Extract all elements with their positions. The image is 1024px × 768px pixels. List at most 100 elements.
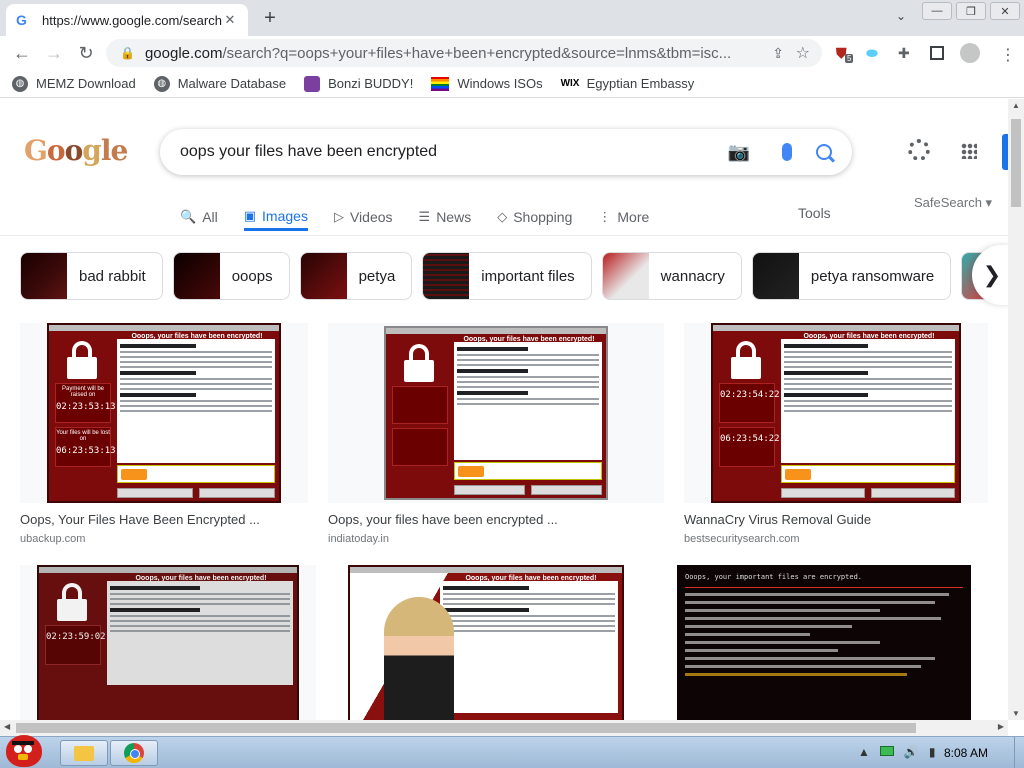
- share-icon[interactable]: ⇪: [772, 45, 784, 62]
- start-button[interactable]: [2, 731, 48, 768]
- bitcoin-address-box: [117, 465, 275, 483]
- tab-shopping[interactable]: ◇ Shopping: [497, 203, 572, 231]
- image-result[interactable]: Ooops, your files have been encrypted! P…: [20, 323, 310, 545]
- back-button[interactable]: ←: [6, 43, 38, 64]
- tab-images[interactable]: ▣ Images: [243, 203, 308, 231]
- tab-label: Shopping: [513, 209, 573, 225]
- ransom-heading: Ooops, your important files are encrypte…: [685, 573, 863, 581]
- timer-digits: 06:23:54:22: [720, 434, 780, 444]
- vertical-scrollbar[interactable]: ▲ ▼: [1008, 99, 1024, 720]
- image-result[interactable]: Ooops, your files have been encrypted! 0…: [20, 565, 316, 720]
- chip-label: important files: [481, 267, 575, 285]
- lock-icon[interactable]: 🔒: [120, 46, 135, 60]
- scroll-up-icon[interactable]: ▲: [1012, 101, 1020, 110]
- payment-timer: 02:23:54:22: [719, 383, 780, 423]
- image-result[interactable]: Ooops, your files have been encrypted! O…: [328, 323, 664, 545]
- ransom-buttons: [117, 488, 275, 498]
- address-bar[interactable]: 🔒 google.com/search?q=oops+your+files+ha…: [106, 39, 822, 67]
- scrollbar-thumb[interactable]: [16, 723, 916, 733]
- new-tab-button[interactable]: +: [258, 6, 282, 30]
- tab-close-icon[interactable]: ✕: [222, 12, 238, 28]
- close-window-button[interactable]: ✕: [990, 2, 1020, 20]
- chip-petya-ransomware[interactable]: petya ransomware: [751, 252, 952, 300]
- chip-bad-rabbit[interactable]: bad rabbit: [20, 252, 163, 300]
- scroll-down-icon[interactable]: ▼: [1012, 709, 1020, 718]
- profile-avatar[interactable]: [960, 43, 980, 63]
- result-title[interactable]: WannaCry Virus Removal Guide: [684, 512, 988, 527]
- show-desktop-button[interactable]: [1014, 737, 1024, 768]
- trans-flag-extension-icon[interactable]: ⬬: [866, 45, 878, 62]
- browser-tab[interactable]: G https://www.google.com/search ✕: [6, 4, 248, 36]
- bookmark-egyptian-embassy[interactable]: WIX Egyptian Embassy: [561, 76, 695, 92]
- search-input[interactable]: oops your files have been encrypted 📷: [160, 129, 852, 175]
- search-icon[interactable]: [816, 144, 832, 160]
- result-image[interactable]: Ooops, your files have been encrypted!: [328, 323, 664, 503]
- extension-badge: 5: [845, 54, 854, 63]
- taskbar-chrome-button[interactable]: [110, 740, 158, 766]
- google-apps-icon[interactable]: [961, 143, 977, 159]
- volume-icon[interactable]: 🔊: [904, 745, 919, 759]
- camera-search-icon[interactable]: 📷: [728, 142, 750, 163]
- show-hidden-icons-icon[interactable]: ▲: [858, 745, 870, 759]
- rainbow-flag-icon: [431, 76, 450, 91]
- extensions-puzzle-icon[interactable]: ✚: [898, 45, 910, 62]
- tab-label: Images: [262, 207, 308, 224]
- ransom-buttons: [454, 485, 602, 495]
- chip-wannacry[interactable]: wannacry: [601, 252, 742, 300]
- taskbar-explorer-button[interactable]: [60, 740, 108, 766]
- bookmarks-bar: ◍ MEMZ Download ◍ Malware Database Bonzi…: [0, 70, 1024, 98]
- bookmark-bonzi-buddy[interactable]: Bonzi BUDDY!: [304, 75, 413, 92]
- chip-ooops[interactable]: ooops: [172, 252, 290, 300]
- tab-news[interactable]: ☰ News: [419, 203, 472, 231]
- battery-icon[interactable]: [879, 746, 894, 756]
- bookmark-memz-download[interactable]: ◍ MEMZ Download: [12, 75, 136, 92]
- chip-petya[interactable]: petya: [299, 252, 413, 300]
- safesearch-dropdown[interactable]: SafeSearch ▾: [914, 195, 992, 211]
- result-title[interactable]: Oops, your files have been encrypted ...: [328, 512, 664, 527]
- wix-icon: WIX: [560, 77, 580, 89]
- microphone-icon[interactable]: [782, 143, 792, 161]
- reload-button[interactable]: ↻: [70, 43, 102, 64]
- scrollbar-thumb[interactable]: [1011, 119, 1021, 207]
- minimize-button[interactable]: —: [922, 2, 952, 20]
- taskbar-clock[interactable]: 8:08 AM: [944, 746, 988, 760]
- bookmark-star-icon[interactable]: ☆: [796, 43, 810, 63]
- bookmark-malware-database[interactable]: ◍ Malware Database: [153, 75, 286, 92]
- tools-button[interactable]: Tools: [798, 205, 831, 221]
- bookmark-windows-isos[interactable]: Windows ISOs: [431, 76, 543, 91]
- network-icon[interactable]: ▮: [929, 745, 936, 759]
- wannacry-screenshot: Ooops, your files have been encrypted! 0…: [711, 323, 961, 503]
- address-path: /search?q=oops+your+files+have+been+encr…: [222, 44, 732, 62]
- address-url: google.com/search?q=oops+your+files+have…: [145, 45, 745, 62]
- logo-letter: o: [46, 134, 66, 167]
- image-result[interactable]: Ooops, your files have been encrypted!: [332, 565, 640, 720]
- chip-important-files[interactable]: important files: [422, 252, 592, 300]
- result-image[interactable]: Ooops, your important files are encrypte…: [660, 565, 988, 720]
- result-title[interactable]: Oops, Your Files Have Been Encrypted ...: [20, 512, 310, 527]
- tab-search-icon[interactable]: ⌄: [896, 9, 906, 23]
- browser-menu-icon[interactable]: ⋮: [1000, 45, 1016, 65]
- result-image[interactable]: Ooops, your files have been encrypted! 0…: [20, 565, 316, 720]
- horizontal-scrollbar[interactable]: ◀ ▶: [0, 720, 1008, 736]
- tab-videos[interactable]: ▷ Videos: [334, 203, 393, 231]
- image-result[interactable]: Ooops, your important files are encrypte…: [660, 565, 988, 720]
- timer-label: Your files will be lost on: [56, 430, 110, 442]
- result-image[interactable]: Ooops, your files have been encrypted! P…: [20, 323, 308, 503]
- scroll-left-icon[interactable]: ◀: [4, 722, 10, 731]
- result-image[interactable]: Ooops, your files have been encrypted!: [332, 565, 640, 720]
- globe-icon: ◍: [12, 75, 28, 92]
- payment-timer: 02:23:59:02: [45, 625, 106, 665]
- gear-icon[interactable]: [908, 139, 930, 161]
- scroll-right-icon[interactable]: ▶: [998, 722, 1004, 731]
- bitcoin-address-box: [781, 465, 955, 483]
- image-result[interactable]: Ooops, your files have been encrypted! 0…: [684, 323, 988, 545]
- google-doodle-logo[interactable]: Google: [24, 134, 128, 167]
- payment-timer: Payment will be raised on 02:23:53:13: [55, 383, 116, 423]
- forward-button[interactable]: →: [38, 43, 70, 64]
- side-panel-icon[interactable]: [930, 46, 944, 60]
- tab-more[interactable]: ⋮ More: [598, 203, 649, 231]
- restore-button[interactable]: ❐: [956, 2, 986, 20]
- result-image[interactable]: Ooops, your files have been encrypted! 0…: [684, 323, 988, 503]
- ransom-text: [117, 339, 275, 463]
- tab-all[interactable]: 🔍 All: [180, 203, 218, 231]
